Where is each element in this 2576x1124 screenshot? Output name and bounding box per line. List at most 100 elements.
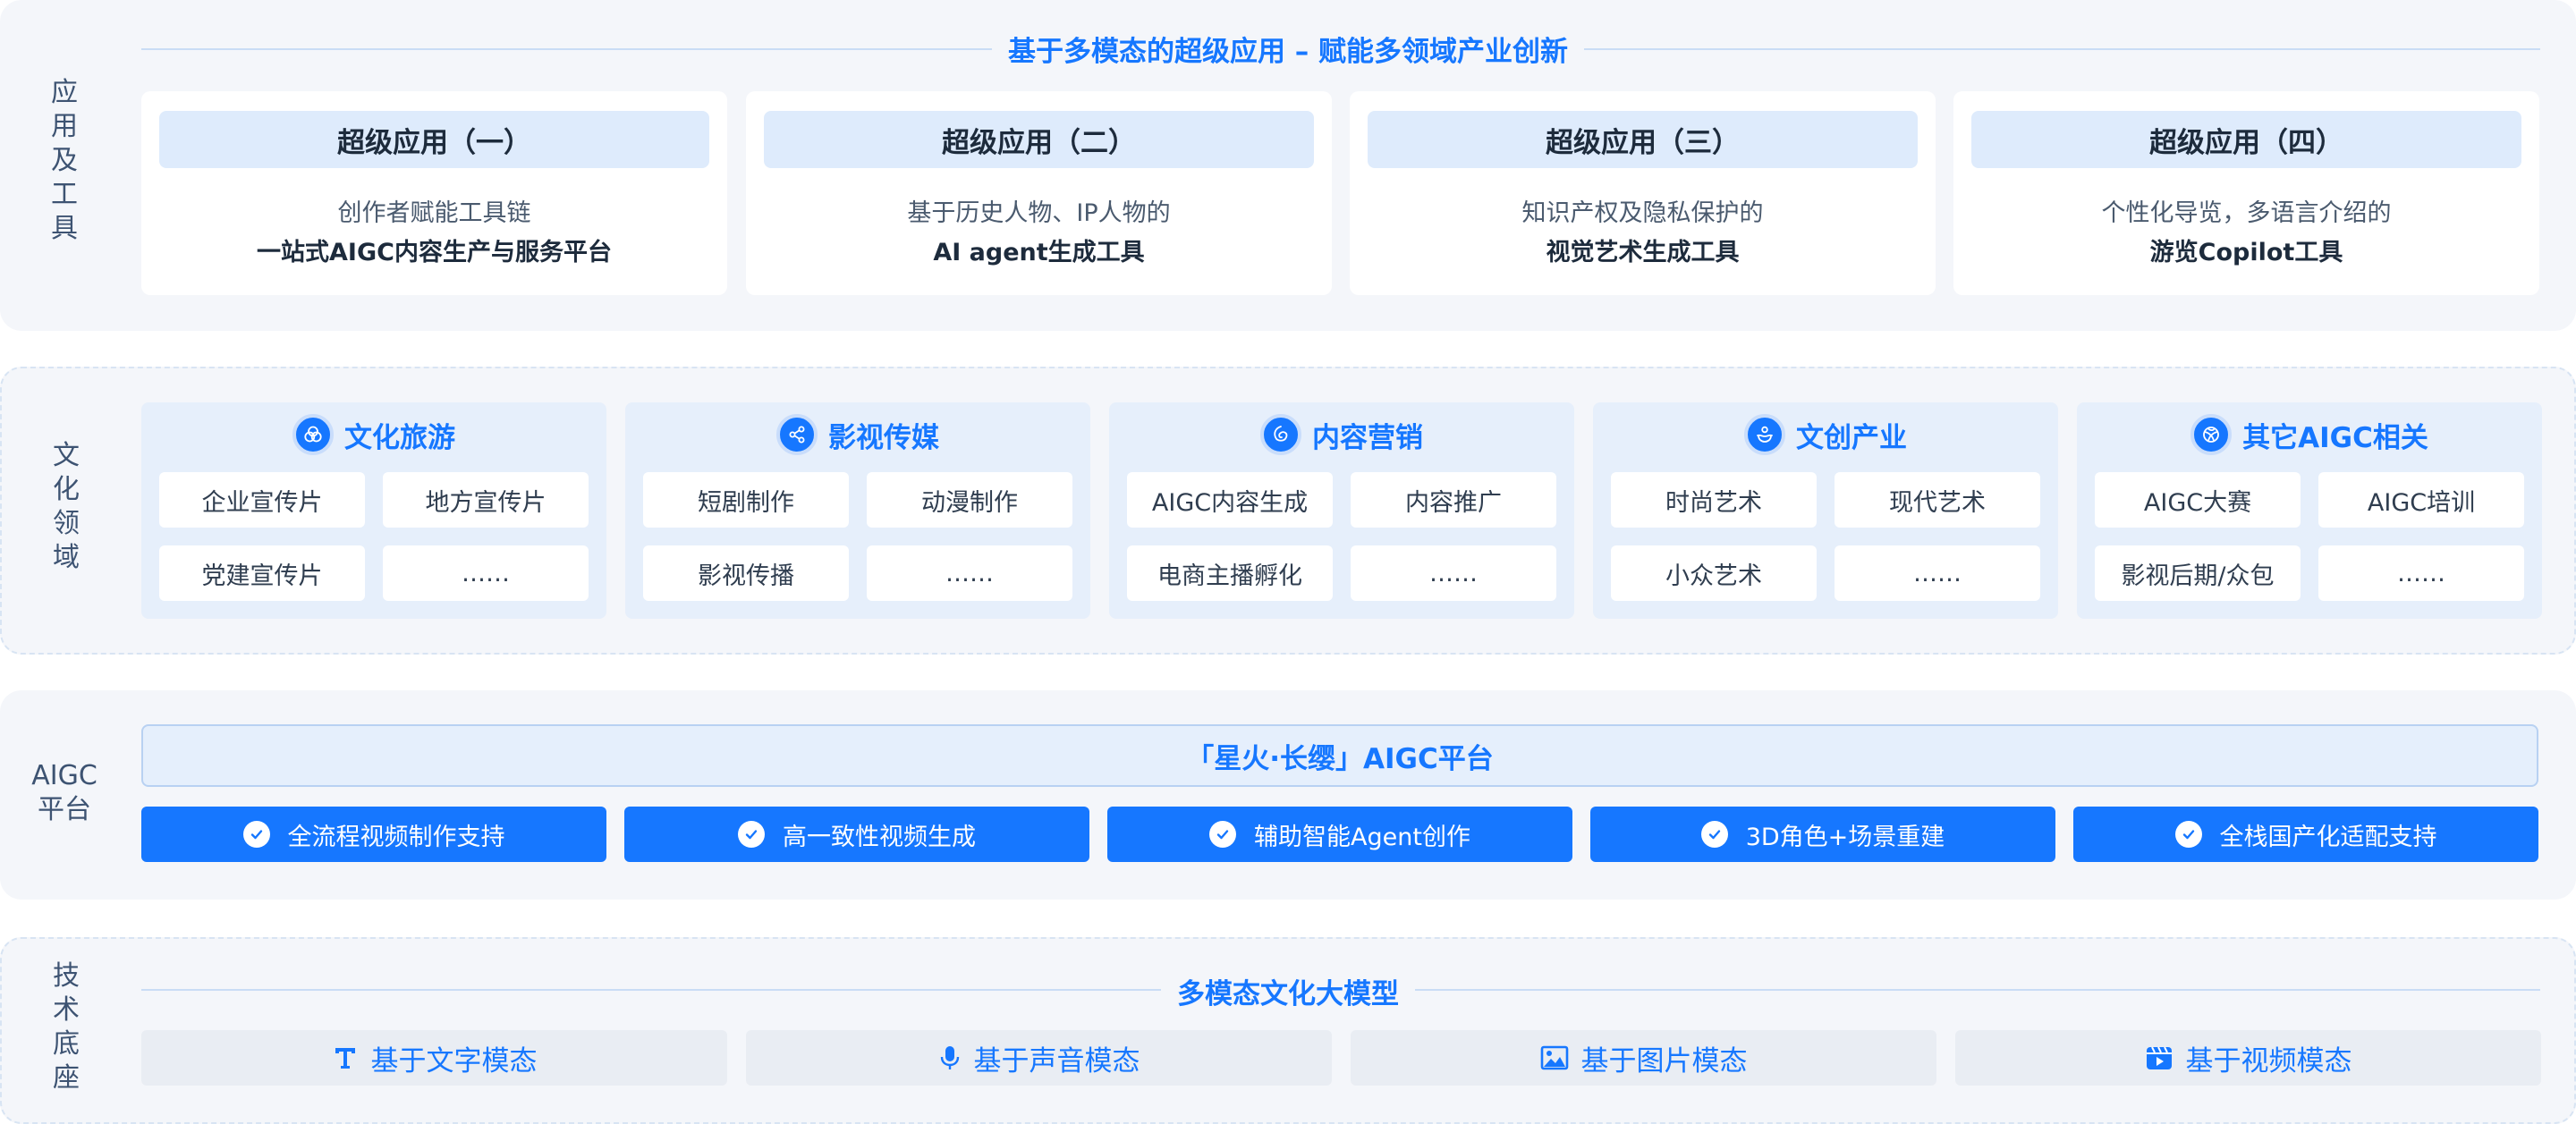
modality-card[interactable]: 基于文字模态	[141, 1030, 727, 1086]
domain-item[interactable]: 影视传播	[643, 545, 849, 601]
domain-item[interactable]: 小众艺术	[1611, 545, 1817, 601]
circles-icon	[292, 414, 334, 455]
app-card-description: 视觉艺术生成工具	[1546, 239, 1740, 266]
domain-card: 影视传媒 短剧制作 动漫制作 影视传播 ……	[625, 402, 1090, 619]
tech-foundation-section: 技 术 底 座 多模态文化大模型 基于文字模态 基于声音模态 基于图片模态 基于…	[0, 937, 2576, 1124]
modality-card[interactable]: 基于图片模态	[1351, 1030, 1936, 1086]
domain-item[interactable]: 企业宣传片	[159, 472, 365, 528]
domain-item[interactable]: AIGC内容生成	[1127, 472, 1333, 528]
app-card-description: 游览Copilot工具	[2149, 239, 2343, 266]
platform-title[interactable]: 「星火·长缨」AIGC平台	[141, 724, 2538, 787]
domain-title: 文创产业	[1796, 421, 1907, 454]
side-label-char: 及	[51, 145, 78, 176]
side-label-char: 文	[53, 440, 80, 471]
side-label-char: 工	[51, 179, 78, 210]
app-card-title: 超级应用（一）	[159, 111, 709, 168]
domain-item-more[interactable]: ……	[2318, 545, 2524, 601]
domain-title: 其它AIGC相关	[2242, 421, 2428, 454]
check-icon	[1209, 821, 1237, 848]
feature-label: 3D角色+场景重建	[1745, 823, 1945, 851]
feature-label: 全栈国产化适配支持	[2219, 823, 2437, 851]
domain-item[interactable]: AIGC大赛	[2095, 472, 2301, 528]
domain-item[interactable]: 党建宣传片	[159, 545, 365, 601]
feature-badge[interactable]: 全栈国产化适配支持	[2073, 807, 2538, 862]
domain-item[interactable]: 时尚艺术	[1611, 472, 1817, 528]
spiral-icon	[1260, 414, 1301, 455]
domain-header[interactable]: 文化旅游	[141, 411, 606, 458]
check-icon	[1700, 821, 1728, 848]
domain-card: 其它AIGC相关 AIGC大赛 AIGC培训 影视后期/众包 ……	[2077, 402, 2542, 619]
domain-header[interactable]: 影视传媒	[625, 411, 1090, 458]
section-label-aigc: AIGC 平台	[20, 753, 109, 833]
feature-badge[interactable]: 3D角色+场景重建	[1590, 807, 2055, 862]
domain-item-more[interactable]: ……	[383, 545, 589, 601]
aigc-platform-section: AIGC 平台 「星火·长缨」AIGC平台 全流程视频制作支持 高一致性视频生成…	[0, 690, 2576, 900]
app-card-subtitle: 基于历史人物、IP人物的	[907, 199, 1171, 227]
side-label-char: 化	[53, 474, 80, 505]
domain-header[interactable]: 内容营销	[1109, 411, 1574, 458]
side-label-char: 用	[51, 111, 78, 142]
check-icon	[242, 821, 270, 848]
app-card-subtitle: 创作者赋能工具链	[337, 199, 531, 227]
side-label-line: AIGC	[31, 760, 97, 791]
domain-item[interactable]: AIGC培训	[2318, 472, 2524, 528]
side-label-char: 底	[53, 1028, 80, 1060]
domain-header[interactable]: 文创产业	[1593, 411, 2058, 458]
check-icon	[738, 821, 765, 848]
domain-item-more[interactable]: ……	[1351, 545, 1556, 601]
modality-label: 基于视频模态	[2185, 1044, 2352, 1078]
model-title-text: 多模态文化大模型	[1161, 978, 1415, 1010]
side-label-char: 应	[51, 77, 78, 108]
ball-icon	[2190, 414, 2233, 455]
section-label-applications: 应 用 及 工 具	[25, 77, 104, 244]
domain-title: 文化旅游	[344, 421, 455, 454]
culture-domains-section: 文 化 领 域 文化旅游 企业宣传片 地方宣传片 党建宣传片 …… 影视传媒 短…	[0, 367, 2576, 655]
app-card-title: 超级应用（四）	[1971, 111, 2521, 168]
domain-item-more[interactable]: ……	[867, 545, 1072, 601]
feature-label: 高一致性视频生成	[783, 823, 976, 851]
model-title: 多模态文化大模型	[2, 971, 2574, 1011]
modality-card[interactable]: 基于视频模态	[1955, 1030, 2541, 1086]
feature-label: 全流程视频制作支持	[287, 823, 505, 851]
check-icon	[2174, 821, 2202, 848]
feature-badge[interactable]: 辅助智能Agent创作	[1107, 807, 1572, 862]
domain-title: 影视传媒	[828, 421, 939, 454]
feature-badge[interactable]: 全流程视频制作支持	[141, 807, 606, 862]
hand-icon	[1744, 414, 1785, 455]
feature-badge[interactable]: 高一致性视频生成	[624, 807, 1089, 862]
banner-text: 基于多模态的超级应用 – 赋能多领域产业创新	[991, 36, 1585, 68]
side-label-char: 具	[51, 213, 78, 244]
domain-item-more[interactable]: ……	[1835, 545, 2040, 601]
app-card-subtitle: 知识产权及隐私保护的	[1521, 199, 1764, 227]
side-label-char: 域	[53, 542, 80, 573]
modality-label: 基于文字模态	[370, 1044, 538, 1078]
applications-section: 应 用 及 工 具 基于多模态的超级应用 – 赋能多领域产业创新 超级应用（一）…	[0, 0, 2576, 331]
domain-item[interactable]: 影视后期/众包	[2095, 545, 2301, 601]
modality-label: 基于声音模态	[973, 1044, 1140, 1078]
app-card-title: 超级应用（三）	[1368, 111, 1918, 168]
app-card-title: 超级应用（二）	[764, 111, 1314, 168]
app-card-description: 一站式AIGC内容生产与服务平台	[257, 239, 612, 266]
domain-item[interactable]: 现代艺术	[1835, 472, 2040, 528]
domain-header[interactable]: 其它AIGC相关	[2077, 411, 2542, 458]
domain-card: 文创产业 时尚艺术 现代艺术 小众艺术 ……	[1593, 402, 2058, 619]
domain-item[interactable]: 短剧制作	[643, 472, 849, 528]
app-card[interactable]: 超级应用（三） 知识产权及隐私保护的 视觉艺术生成工具	[1350, 91, 1936, 295]
side-label-line: 平台	[38, 794, 91, 825]
app-card[interactable]: 超级应用（四） 个性化导览，多语言介绍的 游览Copilot工具	[1953, 91, 2539, 295]
microphone-icon	[940, 1046, 959, 1069]
modality-card[interactable]: 基于声音模态	[746, 1030, 1332, 1086]
domain-item[interactable]: 动漫制作	[867, 472, 1072, 528]
share-icon	[776, 414, 818, 455]
domain-item[interactable]: 地方宣传片	[383, 472, 589, 528]
image-icon	[1540, 1045, 1568, 1070]
domain-title: 内容营销	[1312, 421, 1423, 454]
domain-item[interactable]: 电商主播孵化	[1127, 545, 1333, 601]
app-card[interactable]: 超级应用（二） 基于历史人物、IP人物的 AI agent生成工具	[746, 91, 1332, 295]
section-label-culture: 文 化 领 域	[27, 431, 106, 583]
side-label-char: 座	[53, 1062, 80, 1094]
feature-label: 辅助智能Agent创作	[1254, 823, 1470, 851]
app-card[interactable]: 超级应用（一） 创作者赋能工具链 一站式AIGC内容生产与服务平台	[141, 91, 727, 295]
domain-item[interactable]: 内容推广	[1351, 472, 1556, 528]
domain-card: 文化旅游 企业宣传片 地方宣传片 党建宣传片 ……	[141, 402, 606, 619]
